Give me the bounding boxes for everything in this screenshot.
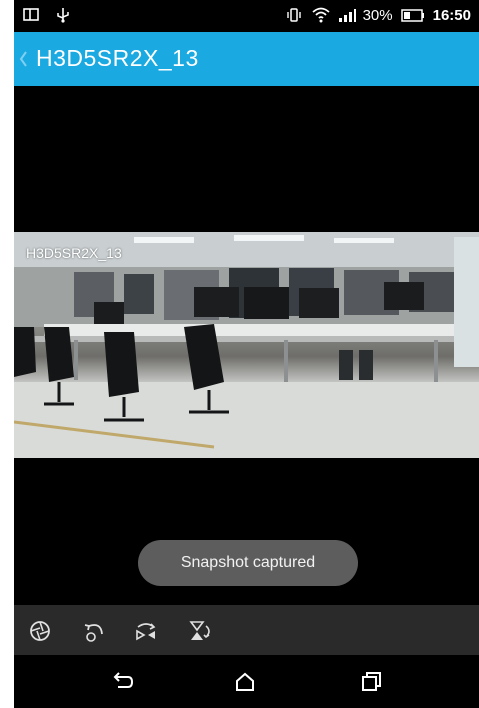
- recents-icon[interactable]: [358, 669, 384, 695]
- navigation-bar: [14, 655, 479, 708]
- usb-icon: [54, 6, 72, 24]
- phone-screen: 30% 16:50 H3D5SR2X_13 H3D5SR2X_13 Snapsh…: [14, 0, 479, 708]
- camera-video-feed[interactable]: H3D5SR2X_13: [14, 232, 479, 458]
- battery-icon: [400, 6, 425, 24]
- rotate-icon[interactable]: [80, 617, 108, 645]
- video-overlay-label: H3D5SR2X_13: [26, 245, 122, 261]
- flip-horizontal-icon[interactable]: [132, 617, 160, 645]
- wifi-icon: [311, 6, 330, 24]
- status-bar: 30% 16:50: [14, 0, 479, 32]
- battery-percent: 30%: [362, 6, 393, 24]
- screen-mirror-icon: [22, 6, 40, 24]
- clock: 16:50: [432, 6, 471, 24]
- signal-icon: [337, 6, 356, 24]
- vibrate-icon: [285, 6, 303, 24]
- chevron-left-icon[interactable]: [18, 48, 28, 70]
- back-icon[interactable]: [109, 669, 135, 695]
- aperture-icon[interactable]: [26, 617, 54, 645]
- app-bar: H3D5SR2X_13: [14, 32, 479, 86]
- page-title: H3D5SR2X_13: [36, 45, 199, 71]
- home-icon[interactable]: [232, 669, 258, 695]
- toast-message: Snapshot captured: [180, 554, 316, 571]
- flip-vertical-icon[interactable]: [186, 617, 214, 645]
- snapshot-toast: Snapshot captured: [138, 540, 358, 586]
- video-scene: [14, 232, 479, 458]
- control-toolbar: [14, 605, 479, 655]
